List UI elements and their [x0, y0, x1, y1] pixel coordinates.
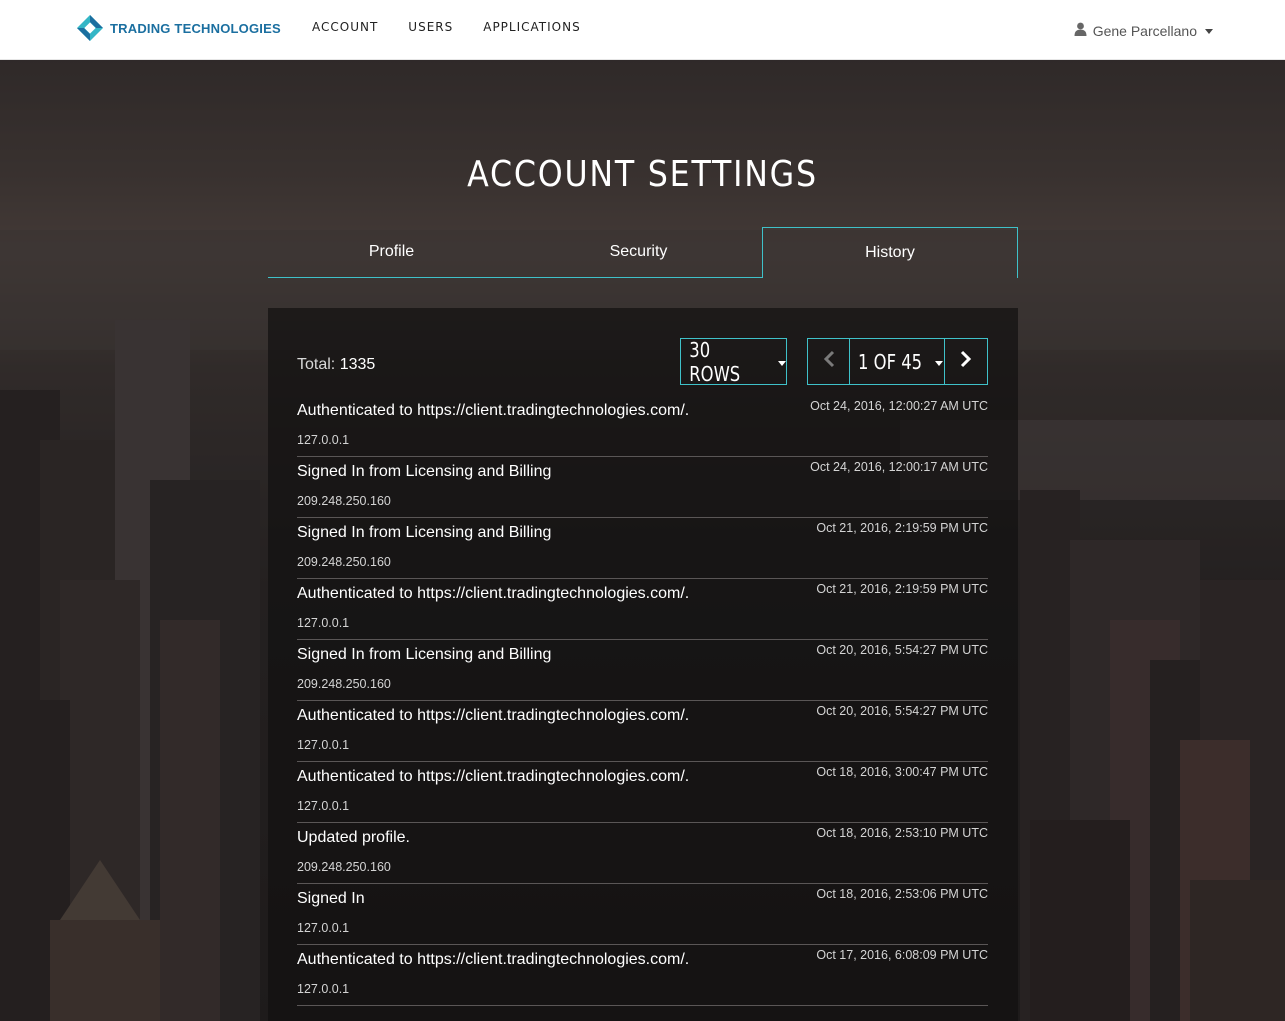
history-ip: 127.0.0.1	[297, 921, 350, 935]
chevron-left-icon	[823, 350, 835, 373]
history-time: Oct 18, 2016, 2:53:10 PM UTC	[816, 826, 988, 840]
pagination-control: 1 OF 45	[807, 338, 988, 385]
history-ip: 127.0.0.1	[297, 433, 350, 447]
history-time: Oct 18, 2016, 3:00:47 PM UTC	[816, 765, 988, 779]
history-row: Authenticated to https://client.tradingt…	[297, 396, 988, 457]
history-row: Signed In 127.0.0.1 Oct 18, 2016, 2:53:0…	[297, 884, 988, 945]
caret-down-icon	[934, 360, 943, 366]
history-panel: Total: 1335 30 ROWS 1 OF 45 Authenticate…	[268, 308, 1018, 1021]
history-time: Oct 17, 2016, 6:08:09 PM UTC	[816, 948, 988, 962]
tab-security[interactable]: Security	[515, 227, 762, 278]
history-time: Oct 21, 2016, 2:19:59 PM UTC	[816, 521, 988, 535]
history-ip: 127.0.0.1	[297, 738, 350, 752]
tt-diamond-logo-icon	[76, 14, 104, 42]
tab-history[interactable]: History	[762, 227, 1018, 278]
page-select-dropdown[interactable]: 1 OF 45	[850, 339, 945, 384]
history-row: Signed In from Licensing and Billing 209…	[297, 457, 988, 518]
history-time: Oct 20, 2016, 5:54:27 PM UTC	[816, 643, 988, 657]
history-event: Signed In	[297, 890, 365, 907]
nav-applications[interactable]: APPLICATIONS	[483, 20, 580, 34]
history-total: Total: 1335	[297, 356, 375, 374]
chevron-right-icon	[960, 350, 972, 373]
history-row: Authenticated to https://client.tradingt…	[297, 579, 988, 640]
total-label: Total:	[297, 356, 336, 373]
history-ip: 127.0.0.1	[297, 982, 350, 996]
history-ip: 209.248.250.160	[297, 555, 391, 569]
history-ip: 209.248.250.160	[297, 494, 391, 508]
user-menu-dropdown[interactable]: Gene Parcellano	[1074, 22, 1213, 39]
history-event: Signed In from Licensing and Billing	[297, 646, 552, 663]
history-event: Updated profile.	[297, 829, 410, 846]
caret-down-icon	[778, 360, 786, 366]
user-icon	[1074, 22, 1087, 39]
main-nav: ACCOUNT USERS APPLICATIONS	[312, 20, 611, 34]
history-time: Oct 21, 2016, 2:19:59 PM UTC	[816, 582, 988, 596]
history-time: Oct 20, 2016, 5:54:27 PM UTC	[816, 704, 988, 718]
history-list: Authenticated to https://client.tradingt…	[297, 396, 988, 1006]
nav-users[interactable]: USERS	[408, 20, 453, 34]
history-event: Authenticated to https://client.tradingt…	[297, 402, 690, 419]
next-page-button[interactable]	[945, 339, 987, 384]
page-title: ACCOUNT SETTINGS	[467, 154, 818, 196]
history-event: Authenticated to https://client.tradingt…	[297, 585, 690, 602]
rows-per-page-label: 30 ROWS	[689, 337, 741, 386]
history-event: Authenticated to https://client.tradingt…	[297, 707, 690, 724]
history-row: Authenticated to https://client.tradingt…	[297, 762, 988, 823]
brand-name: TRADING TECHNOLOGIES	[110, 20, 281, 36]
history-ip: 127.0.0.1	[297, 799, 350, 813]
previous-page-button[interactable]	[808, 339, 850, 384]
history-time: Oct 24, 2016, 12:00:27 AM UTC	[810, 399, 988, 413]
history-time: Oct 18, 2016, 2:53:06 PM UTC	[816, 887, 988, 901]
history-event: Authenticated to https://client.tradingt…	[297, 768, 690, 785]
history-time: Oct 24, 2016, 12:00:17 AM UTC	[810, 460, 988, 474]
history-ip: 127.0.0.1	[297, 616, 350, 630]
settings-tabs: Profile Security History	[268, 227, 1018, 278]
history-ip: 209.248.250.160	[297, 677, 391, 691]
history-row: Signed In from Licensing and Billing 209…	[297, 518, 988, 579]
tab-profile[interactable]: Profile	[268, 227, 515, 278]
caret-down-icon	[1205, 29, 1213, 34]
history-row: Updated profile. 209.248.250.160 Oct 18,…	[297, 823, 988, 884]
history-event: Signed In from Licensing and Billing	[297, 463, 552, 480]
total-value: 1335	[339, 356, 376, 373]
page-indicator: 1 OF 45	[858, 349, 923, 374]
user-name: Gene Parcellano	[1092, 22, 1197, 39]
brand-logo-link[interactable]: TRADING TECHNOLOGIES	[76, 14, 281, 42]
history-row: Signed In from Licensing and Billing 209…	[297, 640, 988, 701]
history-ip: 209.248.250.160	[297, 860, 391, 874]
hero-section: ACCOUNT SETTINGS Profile Security Histor…	[0, 60, 1285, 1021]
history-row: Authenticated to https://client.tradingt…	[297, 945, 988, 1006]
history-row: Authenticated to https://client.tradingt…	[297, 701, 988, 762]
top-navbar: TRADING TECHNOLOGIES ACCOUNT USERS APPLI…	[0, 0, 1285, 60]
history-event: Signed In from Licensing and Billing	[297, 524, 552, 541]
nav-account[interactable]: ACCOUNT	[312, 20, 378, 34]
history-event: Authenticated to https://client.tradingt…	[297, 951, 690, 968]
rows-per-page-dropdown[interactable]: 30 ROWS	[680, 337, 787, 386]
